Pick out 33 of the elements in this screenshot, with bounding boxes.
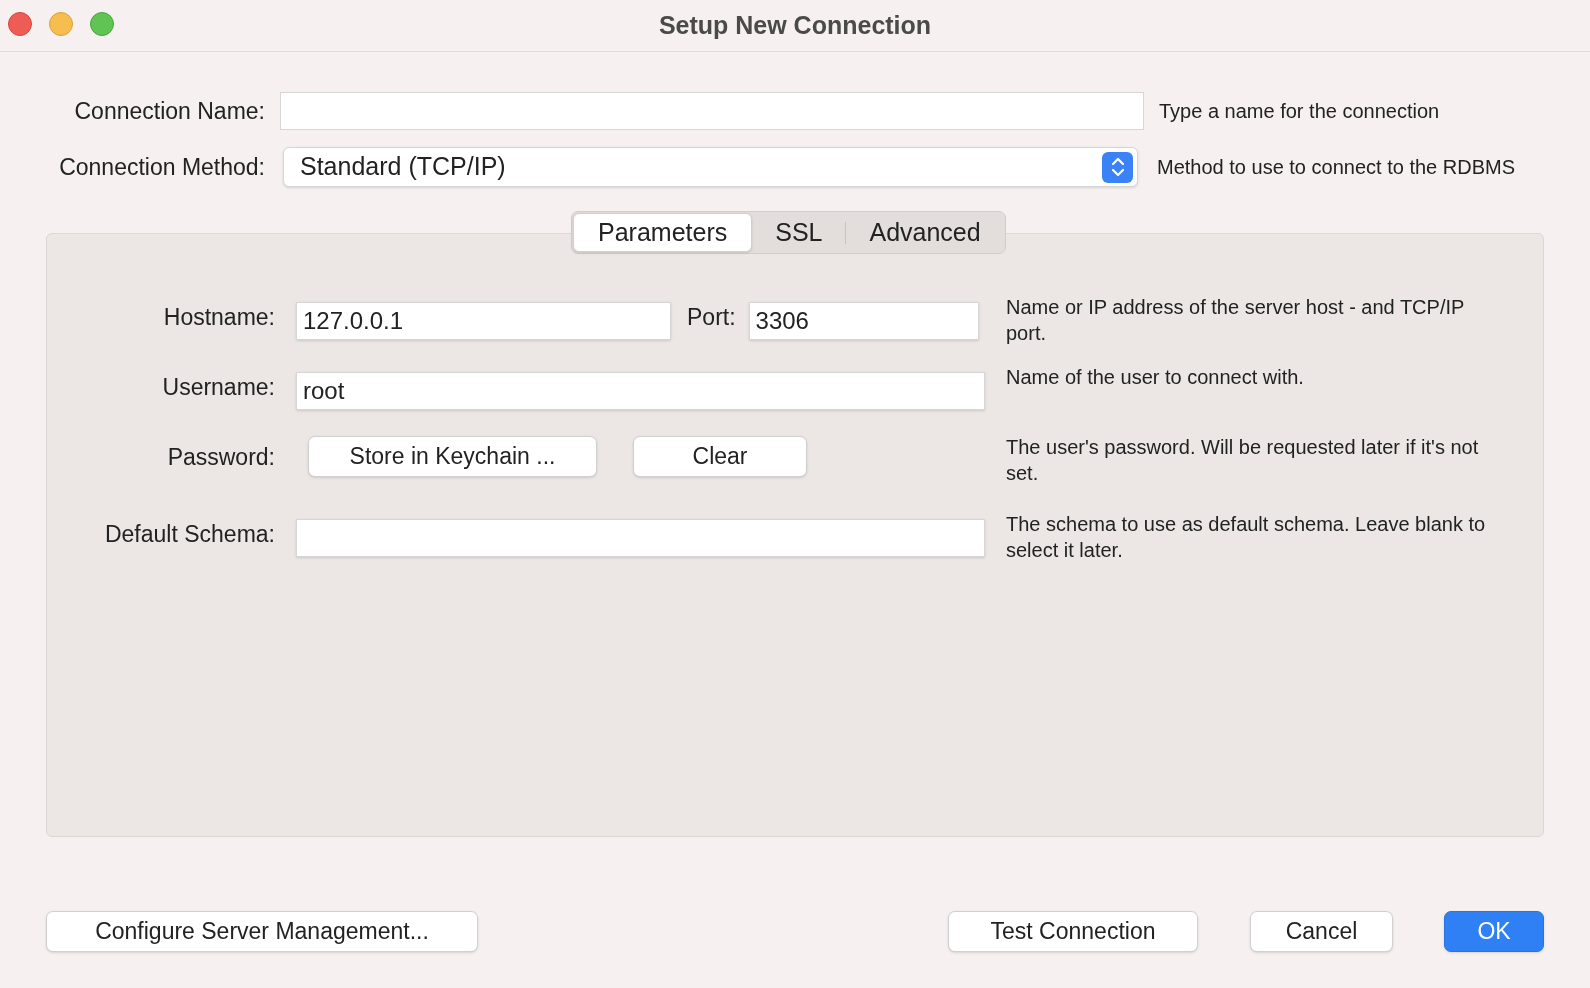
help-text: The user's password. Will be requested later if it's not set. bbox=[1006, 435, 1480, 486]
help-text: Name or IP address of the server host - and TCP/IP port. bbox=[1006, 295, 1465, 346]
help-text: The schema to use as default schema. Leave blank to select it later. bbox=[1006, 512, 1487, 563]
password-button[interactable]: Clear bbox=[633, 436, 807, 477]
hostname-field[interactable]: 127.0.0.1 bbox=[296, 302, 671, 340]
field-label: Password: bbox=[166, 443, 275, 472]
dialog-button[interactable]: Test Connection bbox=[948, 911, 1198, 952]
tab[interactable]: Advanced bbox=[846, 213, 1004, 252]
minimize-icon[interactable] bbox=[49, 12, 73, 36]
help-text: Method to use to connect to the RDBMS bbox=[1157, 155, 1515, 180]
window-title: Setup New Connection bbox=[658, 9, 932, 41]
port-field[interactable]: 3306 bbox=[748, 302, 979, 340]
close-icon[interactable] bbox=[8, 12, 32, 36]
password-button[interactable]: Store in Keychain ... bbox=[308, 436, 597, 477]
field-label: Username: bbox=[161, 373, 275, 402]
maximize-icon[interactable] bbox=[90, 12, 114, 36]
text-field[interactable]: root bbox=[296, 372, 985, 410]
field-label: Hostname: bbox=[162, 303, 275, 332]
tab[interactable]: Parameters bbox=[573, 213, 753, 252]
text-field[interactable] bbox=[296, 519, 985, 557]
help-text: Type a name for the connection bbox=[1159, 99, 1440, 124]
tab[interactable]: SSL bbox=[752, 213, 846, 252]
connection-name-field[interactable] bbox=[280, 92, 1144, 130]
field-label: Default Schema: bbox=[103, 520, 275, 549]
dialog-button[interactable]: OK bbox=[1444, 911, 1544, 952]
connection-method-dropdown[interactable]: Standard (TCP/IP) bbox=[283, 147, 1138, 187]
field-label: Port: bbox=[687, 303, 736, 332]
stepper-icon bbox=[1102, 151, 1133, 183]
help-text: Name of the user to connect with. bbox=[1006, 365, 1305, 390]
field-label: Connection Method: bbox=[58, 152, 266, 182]
configure-button[interactable]: Configure Server Management... bbox=[46, 911, 478, 952]
field-label: Connection Name: bbox=[73, 96, 266, 126]
dialog-button[interactable]: Cancel bbox=[1250, 911, 1393, 952]
